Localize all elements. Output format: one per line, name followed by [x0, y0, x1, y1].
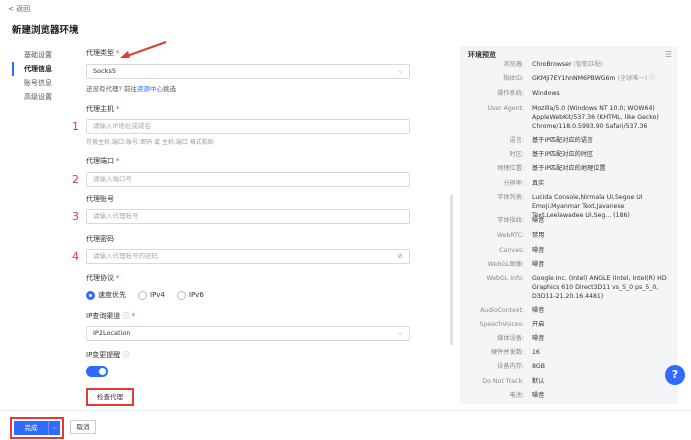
preview-key: WebGL Info:	[486, 275, 525, 282]
preview-key: 电池:	[509, 392, 524, 399]
preview-value: 噪音	[532, 307, 545, 314]
preview-value: 基于IP匹配对应的时区	[532, 151, 594, 158]
account-label: 代理账号	[86, 195, 114, 203]
preview-key: 语言:	[509, 137, 524, 144]
preview-value: Mozilla/5.0 (Windows NT 10.0; WOW64) App…	[532, 105, 659, 130]
chevron-down-icon: ⌵	[397, 67, 403, 75]
annotation-arrow-icon	[120, 41, 167, 58]
marker-1: 1	[72, 120, 79, 133]
page-title: 新建浏览器环境	[12, 25, 79, 36]
check-proxy-button[interactable]: 检查代理	[86, 388, 134, 406]
host-hint: 可按主机:端口:账号:密码 或 主机:端口 格式粘贴	[86, 139, 214, 146]
preview-value: 噪音	[532, 335, 545, 342]
cancel-button[interactable]: 取消	[70, 420, 96, 434]
protocol-label: 代理协议 *	[86, 274, 120, 282]
protocol-radio-ipv6[interactable]: IPv6	[176, 290, 204, 300]
sidebar: 基础设置 代理信息 账号信息 高级设置	[12, 48, 72, 104]
preview-value: ChroBrowser (智能匹配)	[532, 61, 604, 68]
sidebar-item-account[interactable]: 账号信息	[12, 76, 72, 90]
preview-value: 基于IP匹配对应的语言	[532, 137, 594, 144]
proxy-type-select[interactable]: Socks5 ⌵	[86, 64, 410, 79]
preview-key: Do Not Track:	[482, 378, 524, 385]
preview-key: 指纹ID:	[502, 75, 524, 82]
port-label: 代理端口 *	[86, 157, 120, 165]
chevron-down-icon[interactable]: ⌵	[48, 421, 60, 435]
ip-alert-toggle[interactable]	[86, 366, 108, 377]
preview-key: 媒体设备:	[497, 335, 524, 342]
protocol-radio-speed[interactable]: 速度优先	[86, 290, 126, 300]
marker-2: 2	[72, 173, 79, 186]
preview-key: 硬件并发数:	[490, 349, 524, 356]
environment-preview-panel: 环境预览 ☰ 浏览器: ChroBrowser (智能匹配) 指纹ID: GKMji7…	[460, 46, 678, 404]
footer-bar: 完成 ⌵ 取消	[0, 410, 691, 440]
eye-hidden-icon[interactable]: ⊘	[397, 250, 403, 263]
preview-value: 噪音	[532, 247, 545, 254]
host-input[interactable]: 请输入IP地址或域名	[86, 119, 410, 134]
preview-value: 16	[532, 349, 540, 356]
preview-value: 8GB	[532, 363, 545, 370]
host-label: 代理主机 *	[86, 105, 120, 113]
preview-value: 噪音	[532, 261, 545, 268]
sidebar-item-proxy[interactable]: 代理信息	[12, 62, 72, 76]
preview-value: Google Inc. (Intel) ANGLE (Intel, Intel(…	[532, 275, 667, 300]
marker-3: 3	[72, 210, 79, 223]
preview-key: WebGL图像:	[487, 261, 524, 268]
preview-value: 基于IP匹配对应的地理位置	[532, 165, 606, 172]
preview-key: 操作系统:	[497, 90, 524, 97]
preview-value: 默认	[532, 378, 545, 385]
back-link[interactable]: < 返回	[8, 4, 30, 14]
preview-value: 禁用	[532, 232, 545, 239]
password-label: 代理密码	[86, 235, 114, 243]
preview-value: 噪音	[532, 392, 545, 399]
done-button-highlight: 完成 ⌵	[10, 417, 64, 439]
info-icon: ⓘ	[122, 351, 130, 359]
preview-key: WebRTC:	[496, 232, 524, 239]
preview-key: AudioContext:	[480, 307, 524, 314]
preview-value: 噪音	[532, 217, 545, 224]
proxy-type-label: 代理类型 *	[86, 49, 120, 57]
preview-key: 浏览器:	[503, 61, 524, 68]
preview-key: 地理位置:	[497, 165, 524, 172]
preview-key: 分辨率:	[503, 180, 524, 187]
sidebar-item-basic[interactable]: 基础设置	[12, 48, 72, 62]
preview-key: Canvas:	[499, 247, 524, 254]
help-button[interactable]: ?	[665, 365, 685, 385]
preview-value: GKMji7EY1hnNM6PBWG6m (全球唯一) ⓘ	[532, 75, 656, 82]
account-input[interactable]: 请输入代理账号	[86, 209, 410, 224]
preview-value: 真实	[532, 180, 545, 187]
form-scrollbar[interactable]	[450, 195, 453, 345]
preview-key: User Agent:	[487, 105, 524, 112]
list-icon[interactable]: ☰	[665, 50, 672, 59]
preview-key: 时区:	[509, 151, 524, 158]
preview-key: 设备内存:	[497, 363, 524, 370]
resource-center-link[interactable]: 资源中心	[137, 85, 163, 93]
info-icon: ⓘ	[122, 312, 130, 320]
ip-channel-select[interactable]: IP2Location ⌵	[86, 326, 410, 341]
preview-title: 环境预览	[468, 51, 496, 59]
protocol-radio-ipv4[interactable]: IPv4	[138, 290, 165, 300]
ip-channel-label: IP查询渠道 ⓘ *	[86, 312, 136, 320]
protocol-radio-group: 速度优先 IPv4 IPv6	[86, 290, 204, 300]
preview-key: 字体列表:	[497, 194, 524, 201]
marker-4: 4	[72, 250, 79, 263]
password-input[interactable]: 请输入代理账号的密码 ⊘	[86, 249, 410, 264]
preview-key: 字体指纹:	[497, 217, 524, 224]
preview-key: SpeechVoices:	[479, 321, 524, 328]
ip-alert-label: IP变更提醒 ⓘ	[86, 351, 130, 359]
sidebar-item-advanced[interactable]: 高级设置	[12, 90, 72, 104]
preview-value: 开启	[532, 321, 545, 328]
proxy-hint: 还没有代理? 前往资源中心挑选	[86, 85, 177, 93]
port-input[interactable]: 请输入端口号	[86, 172, 410, 187]
chevron-down-icon: ⌵	[397, 329, 403, 337]
done-button[interactable]: 完成 ⌵	[14, 421, 60, 435]
preview-value: Windows	[532, 90, 560, 97]
